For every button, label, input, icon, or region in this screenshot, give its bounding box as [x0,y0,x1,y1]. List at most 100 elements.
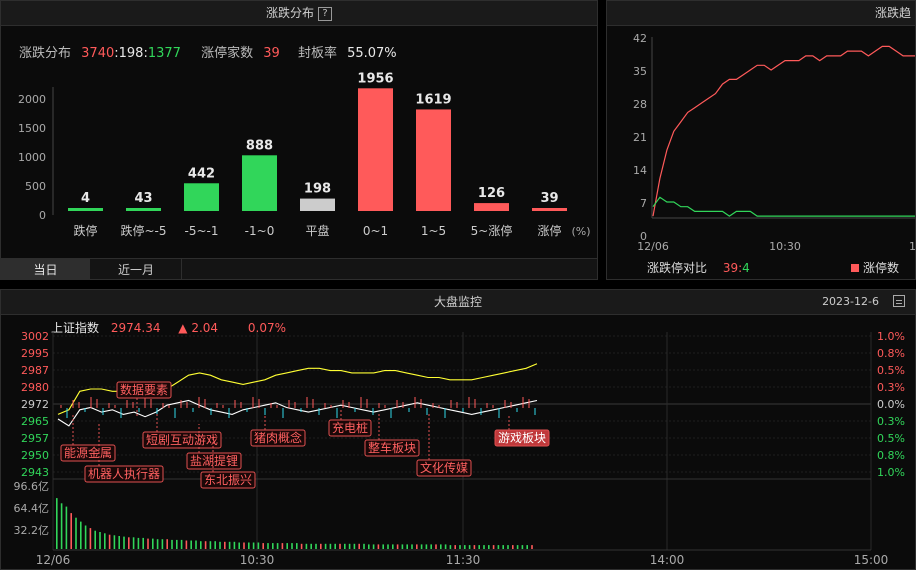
trend-lines [652,45,915,217]
volume-bar [180,539,183,549]
pct-y-tick: 0.5% [877,432,905,445]
price-y-tick: 2965 [21,415,49,428]
price-y-tick: 2972 [21,398,49,411]
limit-down-line [652,196,915,217]
help-icon[interactable]: ? [318,6,332,21]
tab-today[interactable]: 当日 [1,259,90,279]
volume-bar [152,538,154,549]
sector-tag-label[interactable]: 数据要素 [120,382,168,397]
trend-y-axis: 42 35 28 21 14 7 0 [633,32,915,243]
volume-bar [176,539,178,549]
tab-recent-month[interactable]: 近一月 [91,259,182,279]
volume-bar [113,535,116,549]
volume-bar [348,543,351,549]
sector-tag-label[interactable]: 充电桩 [332,420,368,435]
volume-bar [137,537,140,549]
volume-bar [219,541,221,549]
volume-bar [281,543,284,549]
ratio-label: 涨跌停对比 [647,261,708,275]
volume-bar [190,540,192,549]
dist-category-label: 跌停~-5 [120,223,166,238]
dist-bar [242,155,277,211]
dist-bar [532,208,567,211]
price-y-tick: 3002 [21,330,49,343]
ratio-up: 39 [722,261,739,275]
dist-bars: 4 跌停 43 跌停~-5 442 -5~-1 888 -1~0 198 平盘 1956 0~1 161… [68,71,567,238]
dist-bar-value: 126 [478,186,505,201]
volume-bar [334,543,336,549]
time-x-tick: 11:30 [446,553,481,567]
volume-bar [339,543,341,549]
dist-bar [126,208,161,211]
volume-bar [440,544,442,549]
volume-bar [435,544,437,549]
volume-bar [89,528,92,549]
dist-bar-value: 888 [246,138,273,153]
volume-bar [296,543,298,549]
volume-bar [243,542,245,549]
ratio-down: 4 [742,261,750,275]
legend-swatch-icon [851,264,859,272]
trend-y-tick: 42 [633,32,647,45]
trend-y-tick: 35 [633,65,647,78]
volume-bar [329,543,332,549]
volume-bar [118,536,120,549]
trend-x-tick: 10:30 [769,240,801,253]
volume-bar [449,545,452,549]
market-monitor-panel: 大盘监控 2023-12-6 上证指数 2974.34 ▲ 2.04 0.07%… [0,289,916,570]
sector-tag-label[interactable]: 游戏板块 [498,431,546,445]
price-y-tick: 2995 [21,347,49,360]
volume-bar [185,540,188,549]
volume-bar [84,525,87,549]
volume-bar [60,503,63,549]
calendar-icon[interactable] [893,295,905,307]
volume-bar [353,543,356,549]
volume-bar [276,543,279,549]
monitor-date: 2023-12-6 [822,295,879,308]
volume-bar [363,543,365,549]
volume-bar [65,506,68,549]
trend-footer: 涨跌停对比 39:4 [647,259,750,276]
dist-bar [358,88,393,211]
dist-category-label: 跌停 [73,223,97,238]
dist-bar [68,208,103,211]
volume-bar [468,545,471,549]
trend-line-chart: 42 35 28 21 14 7 0 12/06 10:30 11 [633,32,915,253]
sector-tag-label[interactable]: 能源金属 [64,445,112,460]
volume-bar [214,541,216,549]
volume-bar [521,545,524,549]
volume-bar [512,545,514,549]
pct-y-tick: 0.3% [877,381,905,394]
dist-bar-value: 442 [188,166,215,181]
pct-y-axis: 1.0% 0.8% 0.5% 0.3% 0.0% 0.3% 0.5% 0.8% … [877,330,905,479]
volume-bar [224,541,226,549]
sector-tag-label[interactable]: 盐湖提锂 [190,453,238,468]
sector-tag-label[interactable]: 整车板块 [368,440,416,455]
volume-bar [382,544,384,549]
volume-bar [238,542,240,549]
volume-bar [300,543,303,549]
volume-bars [56,498,533,549]
time-x-tick: 10:30 [240,553,275,567]
volume-bar [75,517,77,549]
sector-tag-label[interactable]: 文化传媒 [420,460,468,475]
sector-tag-label[interactable]: 猪肉概念 [254,430,302,445]
volume-bar [478,545,480,549]
volume-bar [492,545,495,549]
sector-tag-label[interactable]: 机器人执行器 [88,467,160,481]
sector-tag-label[interactable]: 东北振兴 [204,473,252,487]
volume-bar [56,498,58,549]
pct-y-tick: 0.3% [877,415,905,428]
trend-legend: 涨停数 [851,259,899,276]
pct-y-tick: 0.8% [877,449,905,462]
trend-y-tick: 7 [640,197,647,210]
volume-bar [161,539,164,549]
monitor-title: 大盘监控 [433,295,482,309]
sector-tag-label[interactable]: 短剧互动游戏 [146,433,218,447]
price-y-tick: 2943 [21,466,49,479]
volume-y-tick: 96.6亿 [14,480,50,493]
volume-bar [320,543,322,549]
volume-bar [108,534,111,549]
volume-bar [497,545,500,549]
dist-bar [474,203,509,211]
